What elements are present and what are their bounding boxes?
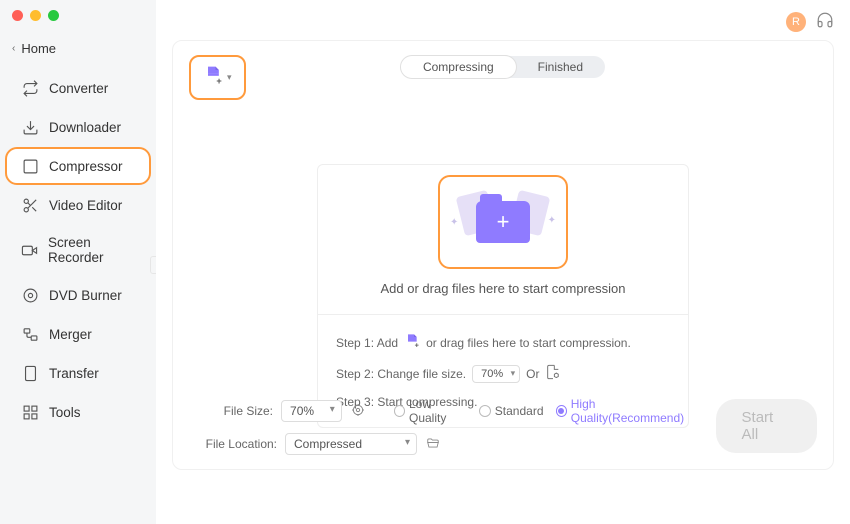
nav-label: Transfer — [49, 366, 99, 381]
sparkle-icon: ✦ — [548, 215, 556, 226]
add-folder-button[interactable]: + ✦ ✦ — [438, 175, 568, 269]
dropzone-panel: + ✦ ✦ Add or drag files here to start co… — [317, 164, 689, 428]
file-location-select[interactable]: Compressed — [285, 433, 417, 455]
add-file-button[interactable]: + ▾ — [189, 55, 246, 100]
chevron-left-icon: ‹ — [12, 43, 15, 54]
step1-suffix: or drag files here to start compression. — [426, 336, 631, 350]
download-icon — [21, 118, 39, 136]
nav-list: Converter Downloader Compressor Video Ed… — [0, 62, 156, 431]
sidebar-item-downloader[interactable]: Downloader — [5, 108, 151, 146]
step2-or: Or — [526, 367, 539, 381]
quality-low[interactable]: Low Quality — [394, 397, 467, 425]
tab-finished[interactable]: Finished — [516, 56, 605, 78]
sidebar-item-screen-recorder[interactable]: Screen Recorder — [5, 225, 151, 275]
nav-label: Screen Recorder — [48, 235, 137, 265]
merge-icon — [21, 325, 39, 343]
sidebar: ‹ Home Converter Downloader Compressor V… — [0, 0, 156, 524]
chevron-down-icon: ▾ — [227, 72, 232, 83]
dropzone-text: Add or drag files here to start compress… — [318, 281, 688, 296]
step1-prefix: Step 1: Add — [336, 336, 398, 350]
support-icon[interactable] — [816, 11, 834, 34]
topbar: R — [172, 10, 834, 34]
disc-icon — [21, 286, 39, 304]
tab-compressing[interactable]: Compressing — [401, 56, 516, 78]
quality-options: Low Quality Standard High Quality(Recomm… — [394, 397, 702, 425]
file-size-label: File Size: — [201, 404, 273, 418]
svg-text:+: + — [216, 76, 221, 85]
sparkle-icon: ✦ — [450, 217, 458, 228]
nav-label: DVD Burner — [49, 288, 122, 303]
step2-size-select[interactable]: 70% — [472, 365, 520, 383]
dropzone[interactable]: + ✦ ✦ Add or drag files here to start co… — [318, 165, 688, 315]
content-card: + ▾ Compressing Finished + — [172, 40, 834, 470]
step-1: Step 1: Add + or drag files here to star… — [336, 327, 670, 358]
app-window: ‹ Home Converter Downloader Compressor V… — [0, 0, 850, 524]
file-size-row: File Size: 70% Low Quality Standard High… — [201, 397, 702, 425]
minimize-window-icon[interactable] — [30, 10, 41, 21]
nav-home[interactable]: ‹ Home — [0, 35, 156, 62]
file-location-label: File Location: — [201, 437, 277, 451]
nav-label: Video Editor — [49, 198, 122, 213]
open-folder-icon[interactable] — [425, 436, 441, 453]
file-size-select[interactable]: 70% — [281, 400, 342, 422]
step-2: Step 2: Change file size. 70% Or — [336, 358, 670, 389]
maximize-window-icon[interactable] — [48, 10, 59, 21]
sidebar-item-video-editor[interactable]: Video Editor — [5, 186, 151, 224]
file-plus-icon: + — [203, 65, 223, 90]
svg-text:+: + — [415, 341, 419, 349]
sidebar-item-compressor[interactable]: Compressor — [5, 147, 151, 185]
quality-high[interactable]: High Quality(Recommend) — [556, 397, 702, 425]
file-plus-icon[interactable]: + — [404, 333, 420, 352]
transfer-icon — [21, 364, 39, 382]
nav-label: Merger — [49, 327, 92, 342]
start-all-button[interactable]: Start All — [716, 399, 817, 453]
window-controls — [0, 10, 156, 35]
grid-icon — [21, 403, 39, 421]
sidebar-item-transfer[interactable]: Transfer — [5, 354, 151, 392]
sidebar-item-dvd-burner[interactable]: DVD Burner — [5, 276, 151, 314]
size-settings-icon[interactable] — [350, 402, 366, 421]
main-panel: R + ▾ Compressing Finished — [156, 0, 850, 524]
home-label: Home — [21, 41, 56, 56]
tab-group: Compressing Finished — [401, 56, 605, 78]
bottom-settings: File Size: 70% Low Quality Standard High… — [201, 397, 702, 455]
folder-plus-icon: + — [476, 201, 530, 243]
nav-label: Converter — [49, 81, 108, 96]
file-settings-icon[interactable] — [545, 364, 561, 383]
nav-label: Compressor — [49, 159, 123, 174]
nav-label: Tools — [49, 405, 81, 420]
scissors-icon — [21, 196, 39, 214]
step2-prefix: Step 2: Change file size. — [336, 367, 466, 381]
sidebar-item-converter[interactable]: Converter — [5, 69, 151, 107]
camera-icon — [21, 241, 38, 259]
user-avatar[interactable]: R — [786, 12, 806, 32]
nav-label: Downloader — [49, 120, 121, 135]
close-window-icon[interactable] — [12, 10, 23, 21]
sidebar-item-tools[interactable]: Tools — [5, 393, 151, 431]
sidebar-item-merger[interactable]: Merger — [5, 315, 151, 353]
compressor-icon — [21, 157, 39, 175]
file-location-row: File Location: Compressed — [201, 433, 702, 455]
converter-icon — [21, 79, 39, 97]
toolbar: + ▾ Compressing Finished — [189, 55, 817, 100]
bottom-bar: File Size: 70% Low Quality Standard High… — [201, 397, 817, 455]
quality-standard[interactable]: Standard — [479, 404, 544, 418]
